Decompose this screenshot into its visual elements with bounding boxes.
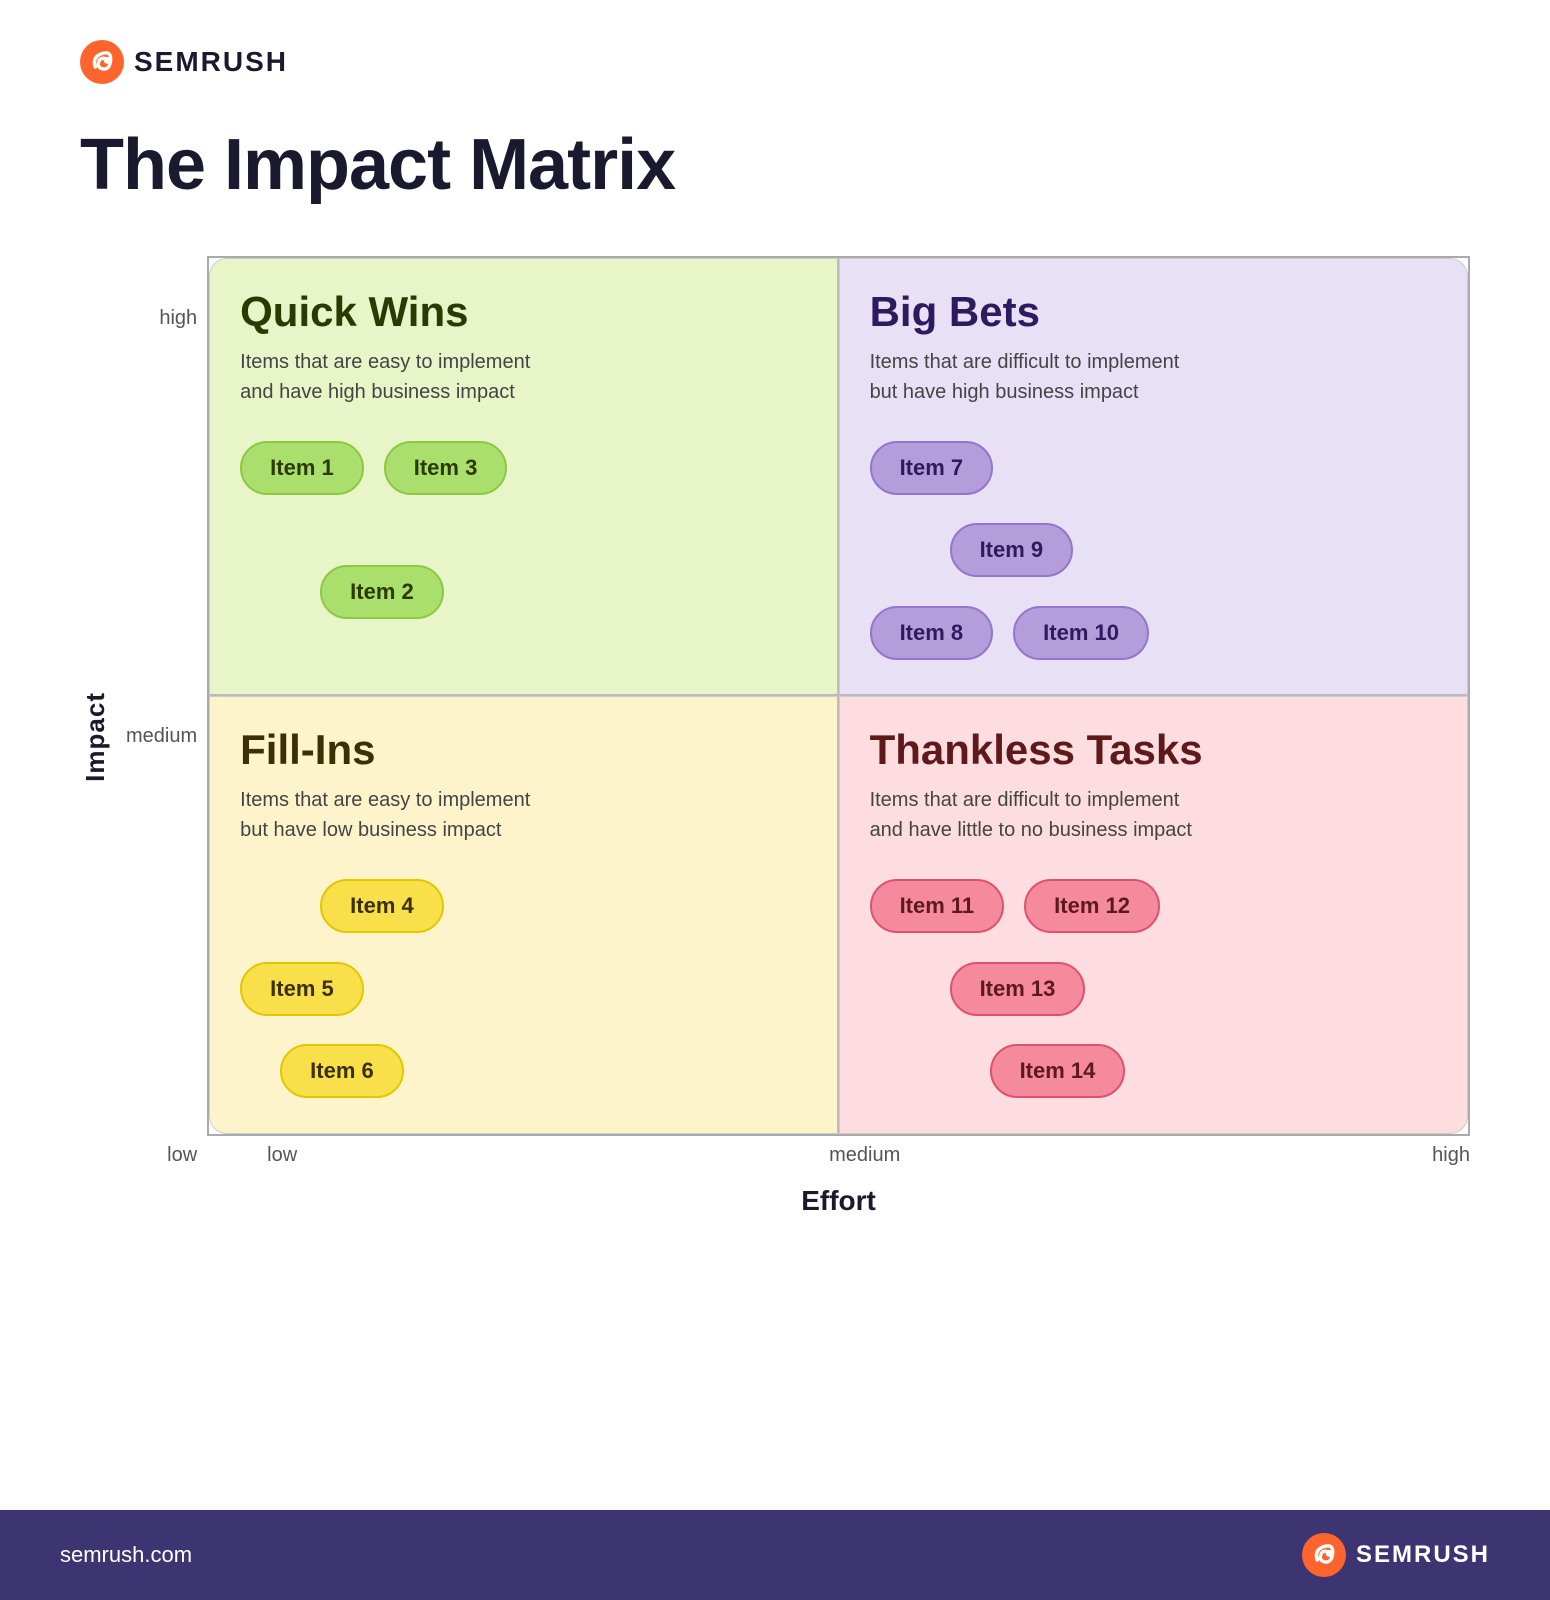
quick-wins-title: Quick Wins bbox=[240, 289, 806, 335]
list-item: Item 10 bbox=[1013, 606, 1149, 660]
footer-logo: SEMRUSH bbox=[1302, 1533, 1490, 1577]
footer-semrush-logo-icon bbox=[1302, 1533, 1346, 1577]
quick-wins-desc: Items that are easy to implementand have… bbox=[240, 347, 620, 407]
footer: semrush.com SEMRUSH bbox=[0, 1510, 1550, 1600]
fill-ins-desc: Items that are easy to implementbut have… bbox=[240, 785, 620, 845]
matrix-container: Impact high medium low Quick Wins Items … bbox=[80, 256, 1470, 1217]
fill-ins-items: Item 4 Item 5 Item 6 bbox=[240, 869, 806, 1113]
big-bets-items: Item 7 Item 9 Item 8 Item 10 bbox=[870, 431, 1437, 674]
x-tick-medium: medium bbox=[829, 1144, 900, 1167]
x-axis-row: low medium high bbox=[207, 1144, 1470, 1167]
quadrant-quick-wins: Quick Wins Items that are easy to implem… bbox=[209, 258, 838, 696]
y-tick-medium: medium bbox=[126, 725, 197, 748]
list-item: Item 14 bbox=[990, 1044, 1126, 1098]
list-item: Item 1 bbox=[240, 441, 364, 495]
page-title: The Impact Matrix bbox=[80, 124, 1470, 206]
y-tick-low: low bbox=[167, 1144, 197, 1167]
x-axis-label-row: Effort bbox=[207, 1185, 1470, 1217]
list-item: Item 7 bbox=[870, 441, 994, 495]
matrix-grid: Quick Wins Items that are easy to implem… bbox=[207, 256, 1470, 1136]
list-item: Item 13 bbox=[950, 962, 1086, 1016]
thankless-row1: Item 11 Item 12 bbox=[870, 879, 1437, 933]
footer-brand-name: SEMRUSH bbox=[1356, 1541, 1490, 1569]
quick-wins-items: Item 1 Item 3 Item 2 bbox=[240, 431, 806, 674]
main-content: SEMRUSH The Impact Matrix Impact high me… bbox=[0, 0, 1550, 1510]
fill-ins-row2: Item 5 bbox=[240, 962, 806, 1016]
quadrant-fill-ins: Fill-Ins Items that are easy to implemen… bbox=[209, 696, 838, 1134]
fill-ins-title: Fill-Ins bbox=[240, 727, 806, 773]
list-item: Item 4 bbox=[320, 879, 444, 933]
thankless-desc: Items that are difficult to implementand… bbox=[870, 785, 1250, 845]
list-item: Item 2 bbox=[320, 565, 444, 619]
list-item: Item 8 bbox=[870, 606, 994, 660]
semrush-logo-icon bbox=[80, 40, 124, 84]
thankless-title: Thankless Tasks bbox=[870, 727, 1437, 773]
big-bets-row2: Item 9 bbox=[870, 523, 1437, 577]
quadrant-big-bets: Big Bets Items that are difficult to imp… bbox=[839, 258, 1468, 696]
big-bets-row1: Item 7 bbox=[870, 441, 1437, 495]
quick-wins-row2: Item 2 bbox=[240, 565, 806, 619]
x-axis-ticks: low medium high bbox=[267, 1144, 1470, 1167]
matrix-with-axes: Impact high medium low Quick Wins Items … bbox=[80, 256, 1470, 1217]
list-item: Item 11 bbox=[870, 879, 1005, 933]
x-tick-low: low bbox=[267, 1144, 297, 1167]
logo-area: SEMRUSH bbox=[80, 40, 1470, 84]
list-item: Item 9 bbox=[950, 523, 1074, 577]
thankless-items: Item 11 Item 12 Item 13 Item 14 bbox=[870, 869, 1437, 1113]
brand-name: SEMRUSH bbox=[134, 46, 288, 78]
matrix-grid-wrapper: Quick Wins Items that are easy to implem… bbox=[207, 256, 1470, 1217]
fill-ins-row3: Item 6 bbox=[240, 1044, 806, 1098]
big-bets-desc: Items that are difficult to implementbut… bbox=[870, 347, 1250, 407]
list-item: Item 12 bbox=[1024, 879, 1160, 933]
y-tick-high: high bbox=[159, 307, 197, 330]
quick-wins-row1: Item 1 Item 3 bbox=[240, 441, 806, 495]
big-bets-title: Big Bets bbox=[870, 289, 1437, 335]
thankless-row2: Item 13 bbox=[870, 962, 1437, 1016]
y-axis-label: Impact bbox=[80, 692, 111, 782]
list-item: Item 3 bbox=[384, 441, 508, 495]
quadrant-thankless: Thankless Tasks Items that are difficult… bbox=[839, 696, 1468, 1134]
big-bets-row3: Item 8 Item 10 bbox=[870, 606, 1437, 660]
fill-ins-row1: Item 4 bbox=[240, 879, 806, 933]
thankless-row3: Item 14 bbox=[870, 1044, 1437, 1098]
x-axis-label: Effort bbox=[801, 1185, 876, 1217]
x-tick-high: high bbox=[1432, 1144, 1470, 1167]
y-axis-ticks: high medium low bbox=[126, 297, 197, 1177]
list-item: Item 6 bbox=[280, 1044, 404, 1098]
footer-url: semrush.com bbox=[60, 1542, 192, 1568]
list-item: Item 5 bbox=[240, 962, 364, 1016]
